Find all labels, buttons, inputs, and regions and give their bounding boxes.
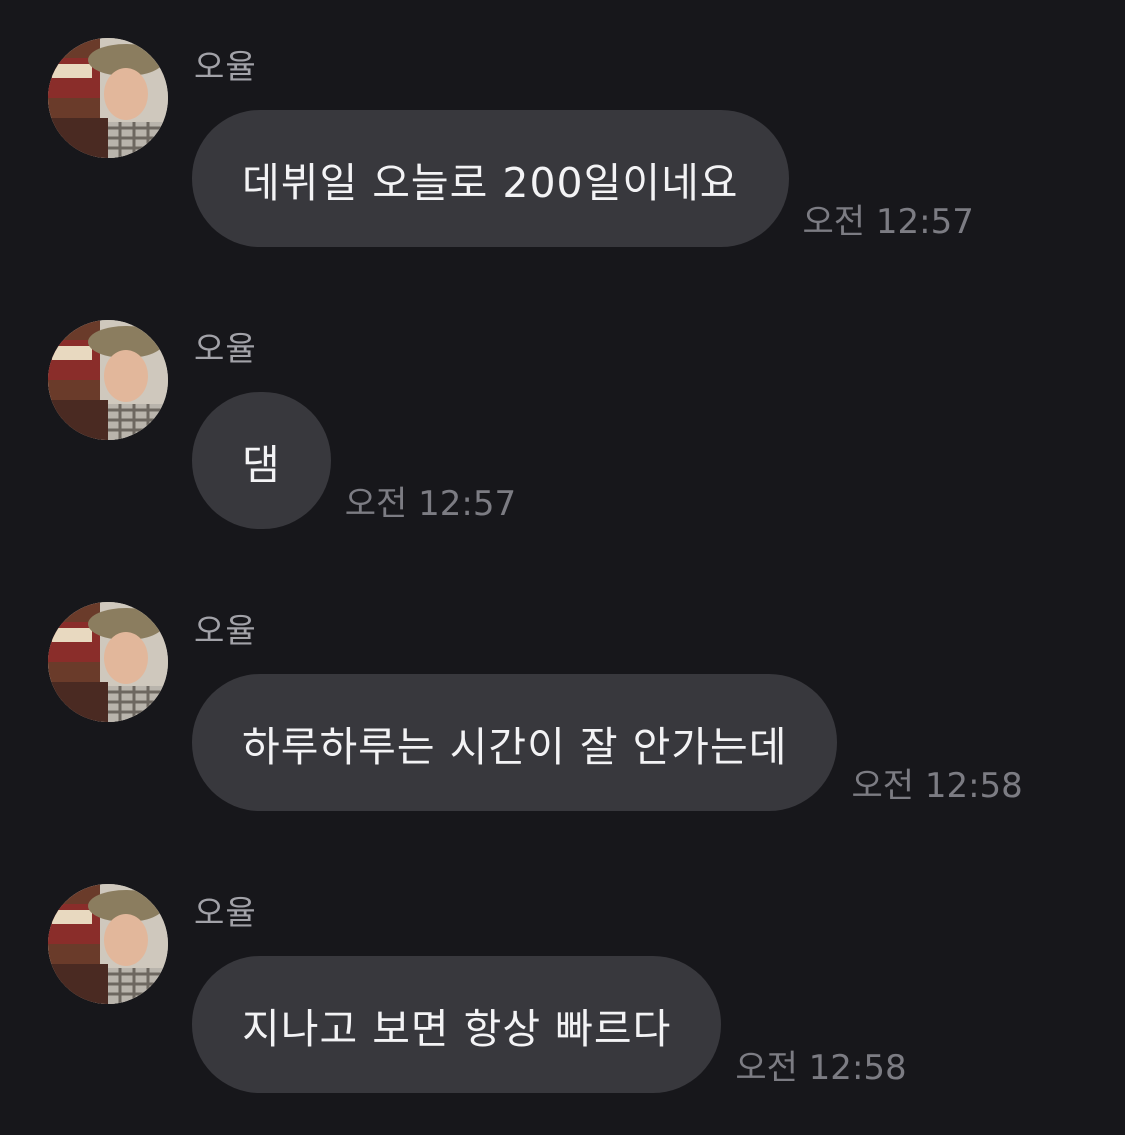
message-group: 오율 하루하루는 시간이 잘 안가는데 오전 12:58 bbox=[0, 564, 1125, 846]
avatar[interactable] bbox=[48, 38, 168, 158]
message-group: 오율 댐 오전 12:57 bbox=[0, 282, 1125, 564]
message-bubble[interactable]: 지나고 보면 항상 빠르다 bbox=[192, 956, 722, 1093]
message-timestamp: 오전 12:57 bbox=[802, 202, 974, 242]
message-bubble[interactable]: 하루하루는 시간이 잘 안가는데 bbox=[192, 674, 838, 811]
message-timestamp: 오전 12:58 bbox=[735, 1048, 907, 1088]
message-timestamp: 오전 12:57 bbox=[344, 484, 517, 524]
message-row: 지나고 보면 항상 빠르다 오전 12:58 bbox=[192, 956, 907, 1093]
chat-message-list: 오율 데뷔일 오늘로 200일이네요 오전 12:57 오율 댐 오전 12:5… bbox=[0, 0, 1125, 1135]
sender-name: 오율 bbox=[194, 329, 257, 368]
sender-name: 오율 bbox=[194, 893, 257, 932]
message-row: 댐 오전 12:57 bbox=[192, 392, 516, 529]
sender-name: 오율 bbox=[194, 47, 257, 86]
message-timestamp: 오전 12:58 bbox=[851, 766, 1023, 806]
avatar[interactable] bbox=[48, 884, 168, 1004]
avatar[interactable] bbox=[48, 602, 168, 722]
sender-name: 오율 bbox=[194, 611, 257, 650]
message-row: 데뷔일 오늘로 200일이네요 오전 12:57 bbox=[192, 110, 974, 247]
message-group: 오율 데뷔일 오늘로 200일이네요 오전 12:57 bbox=[0, 0, 1125, 282]
message-bubble[interactable]: 댐 bbox=[192, 392, 331, 529]
message-bubble[interactable]: 데뷔일 오늘로 200일이네요 bbox=[192, 110, 789, 247]
avatar[interactable] bbox=[48, 320, 168, 440]
message-group: 오율 지나고 보면 항상 빠르다 오전 12:58 bbox=[0, 846, 1125, 1128]
message-row: 하루하루는 시간이 잘 안가는데 오전 12:58 bbox=[192, 674, 1023, 811]
